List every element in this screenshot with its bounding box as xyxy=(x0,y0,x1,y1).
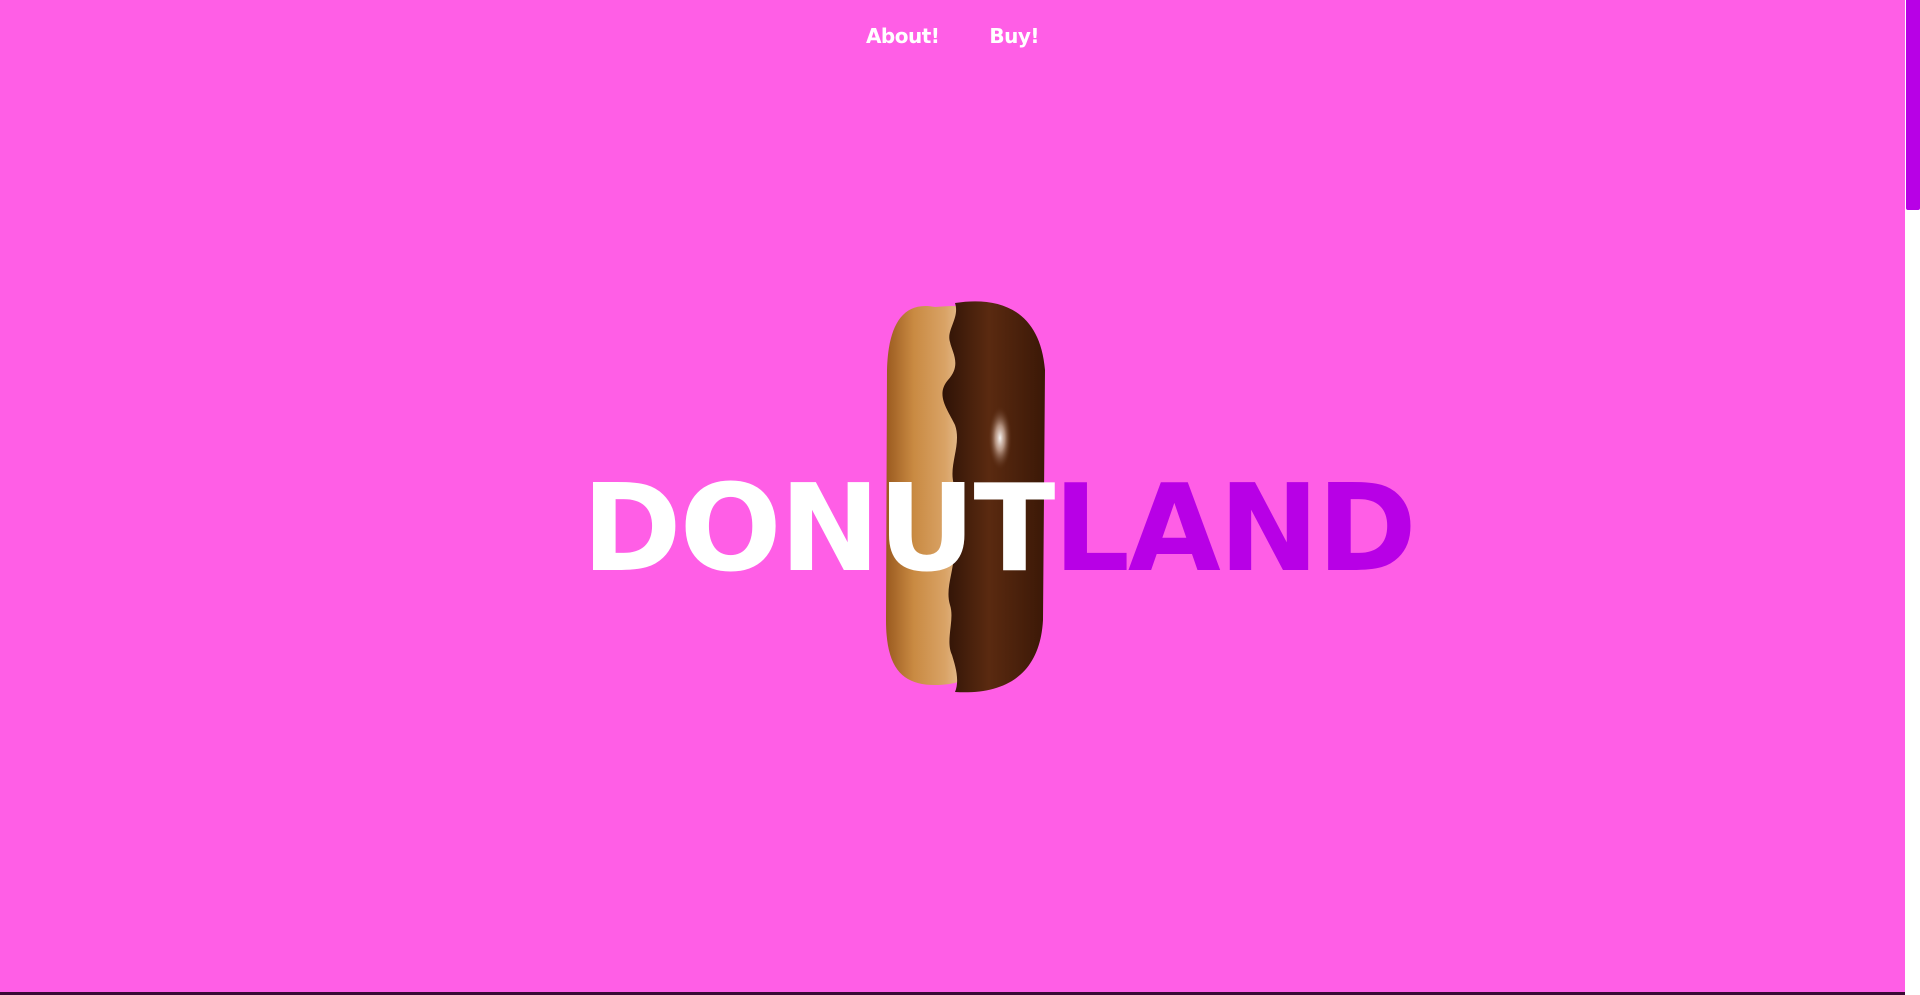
page-scrollbar[interactable] xyxy=(1905,0,1920,995)
top-nav: About! Buy! xyxy=(0,24,1905,48)
nav-link-about[interactable]: About! xyxy=(866,24,940,48)
hero-title-land: LAND xyxy=(1053,460,1416,599)
donutland-page: About! Buy! DONUT LAND xyxy=(0,0,1920,995)
hero-title: DONUT LAND xyxy=(582,460,1417,599)
scrollbar-thumb[interactable] xyxy=(1906,0,1920,210)
nav-link-buy[interactable]: Buy! xyxy=(989,24,1039,48)
hero-title-donut: DONUT xyxy=(582,460,1055,599)
